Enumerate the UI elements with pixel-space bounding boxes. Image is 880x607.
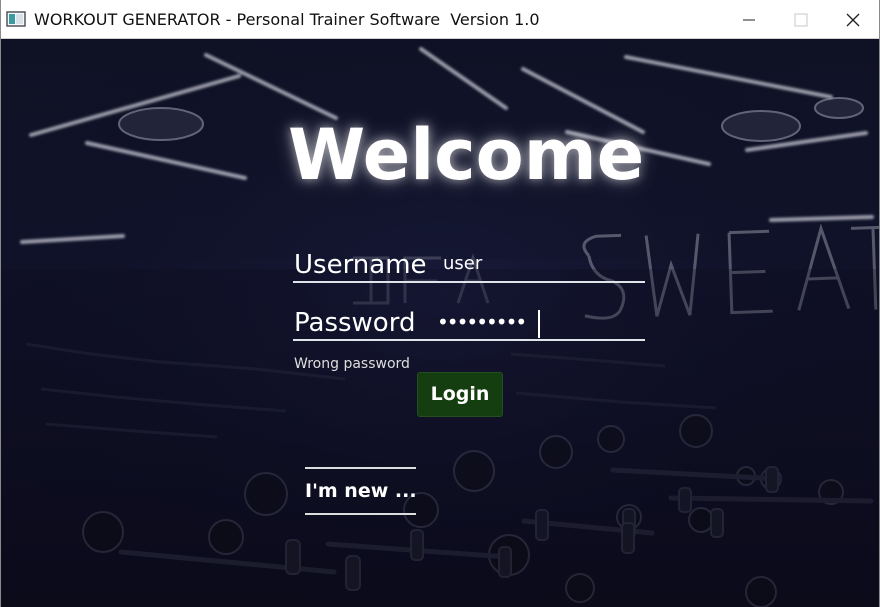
close-button[interactable] — [827, 0, 879, 39]
minimize-icon — [743, 19, 755, 20]
text-cursor — [538, 310, 540, 338]
close-icon — [846, 13, 860, 26]
window-title: WORKOUT GENERATOR - Personal Trainer Sof… — [34, 10, 540, 29]
maximize-button[interactable] — [775, 0, 827, 39]
title-bar[interactable]: WORKOUT GENERATOR - Personal Trainer Sof… — [1, 0, 879, 39]
minimize-button[interactable] — [723, 0, 775, 39]
password-label: Password — [294, 308, 416, 338]
window-controls — [723, 0, 879, 39]
login-button[interactable]: Login — [417, 372, 503, 417]
wrong-password-message: Wrong password — [294, 356, 410, 372]
new-user-link[interactable]: I'm new ... — [305, 467, 417, 515]
password-field-row: Password — [293, 305, 645, 341]
app-window: WORKOUT GENERATOR - Personal Trainer Sof… — [0, 0, 880, 607]
username-label: Username — [294, 250, 427, 280]
welcome-title: Welcome — [288, 114, 645, 196]
login-screen: Welcome Username Password Wrong password… — [1, 39, 879, 607]
password-input[interactable] — [437, 306, 637, 338]
username-field-row: Username — [293, 247, 645, 283]
maximize-icon — [794, 13, 808, 26]
app-icon — [6, 11, 26, 27]
username-input[interactable] — [443, 248, 643, 280]
